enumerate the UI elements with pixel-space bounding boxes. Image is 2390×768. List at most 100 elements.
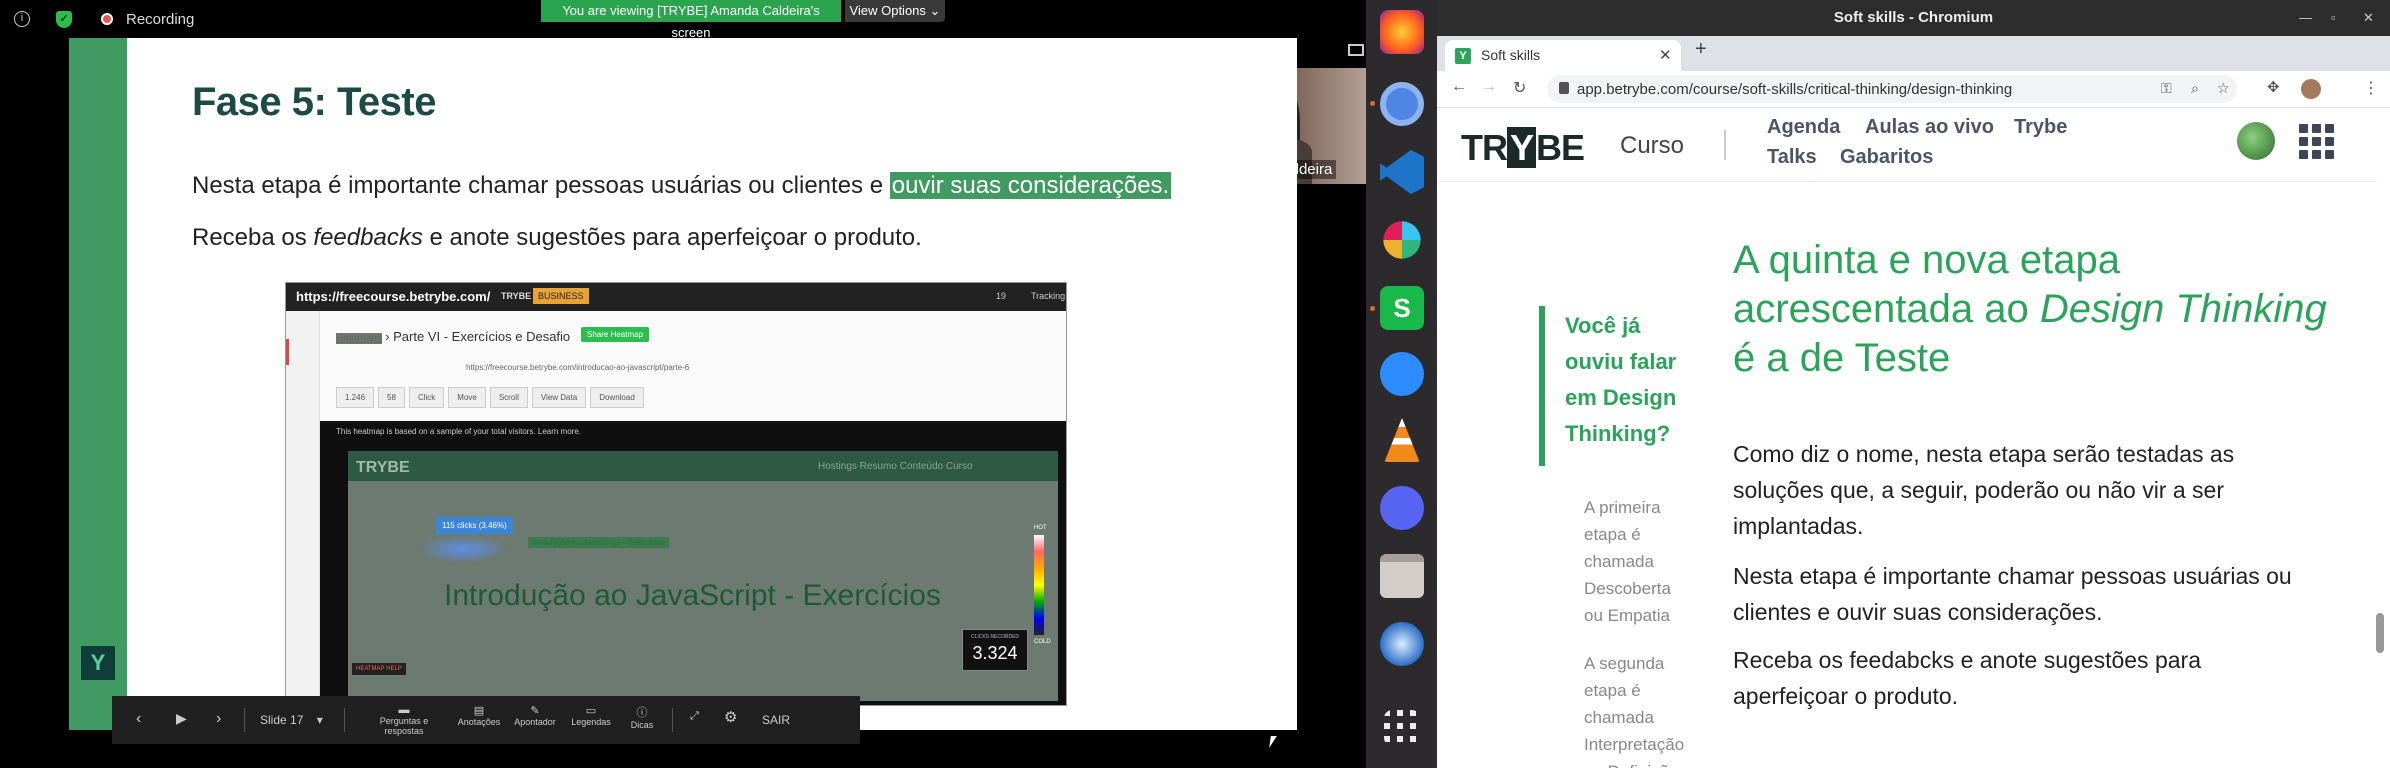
prev-slide-icon[interactable]: ‹ bbox=[136, 710, 141, 730]
firefox-icon[interactable] bbox=[1380, 10, 1424, 54]
tips-button[interactable]: ⓘ Dicas bbox=[622, 704, 662, 752]
nav-curso[interactable]: Curso bbox=[1620, 132, 1684, 160]
qa-icon: ▬ bbox=[398, 704, 410, 716]
forward-icon[interactable]: → bbox=[1481, 78, 1497, 96]
slide-toolbar: ‹ ▶ › Slide 17 ▾ ▬ Perguntas e respostas … bbox=[112, 696, 860, 744]
vscode-icon[interactable] bbox=[1380, 150, 1424, 194]
screenshot-page-targeting: https://freecourse.betrybe.com/introduca… bbox=[466, 363, 690, 372]
minimize-icon[interactable]: — bbox=[2299, 0, 2312, 36]
screenshot-note: This heatmap is based on a sample of you… bbox=[336, 427, 582, 436]
profile-avatar[interactable] bbox=[2301, 79, 2321, 99]
heatmap-site-menu: Hostings Resumo Conteúdo Curso bbox=[818, 461, 973, 472]
section-heading-italic: Design Thinking bbox=[2039, 287, 2327, 331]
apps-grid-icon[interactable] bbox=[2299, 124, 2335, 160]
app-grid-icon[interactable] bbox=[1384, 710, 1420, 746]
slide-paragraph-1: Nesta etapa é importante chamar pessoas … bbox=[192, 172, 1172, 200]
screenshot-tool-scroll: Scroll bbox=[489, 387, 528, 408]
nav-aulas-ao-vivo[interactable]: Aulas ao vivo bbox=[1865, 116, 1994, 139]
screenshot-tool-download: Download bbox=[590, 387, 644, 408]
screenshot-breadcrumb-root: Heatmaps bbox=[336, 333, 382, 344]
scrollbar-thumb[interactable] bbox=[2376, 613, 2384, 653]
address-bar[interactable]: app.betrybe.com/course/soft-skills/criti… bbox=[1547, 75, 2237, 103]
clicks-recorded-value: 3.324 bbox=[972, 643, 1018, 663]
chromium-icon[interactable] bbox=[1380, 82, 1424, 126]
toolbar-divider bbox=[672, 708, 673, 732]
paragraph-3: Receba os feedabcks e anote sugestões pa… bbox=[1733, 647, 2201, 709]
toolbar-divider bbox=[344, 708, 345, 732]
exit-button[interactable]: SAIR bbox=[762, 713, 790, 733]
maximize-icon[interactable]: ▫ bbox=[2331, 0, 2336, 36]
heatmap-cold-label: COLD bbox=[1034, 639, 1051, 645]
heatmap-heading: Introdução ao JavaScript - Exercícios bbox=[444, 579, 941, 612]
close-tab-icon[interactable]: ✕ bbox=[1659, 46, 1672, 64]
notes-button[interactable]: ▤ Anotações bbox=[454, 704, 504, 752]
shared-slide: Fase 5: Teste Nesta etapa é importante c… bbox=[69, 38, 1297, 730]
heatmap-hot-label: HOT bbox=[1034, 525, 1047, 531]
discord-icon[interactable] bbox=[1380, 486, 1424, 530]
notes-label: Anotações bbox=[457, 717, 501, 727]
tab-soft-skills[interactable]: Y Soft skills ✕ bbox=[1445, 40, 1681, 71]
toc-sidebar: Você já ouviu falar em Design Thinking? bbox=[1539, 306, 1676, 466]
bookmark-star-icon[interactable]: ☆ bbox=[2217, 80, 2230, 97]
slide-side-bar bbox=[69, 38, 127, 730]
screenshot-business-tag: BUSINESS bbox=[533, 288, 589, 304]
screenshot-tools: 1.246 58 Click Move Scroll View Data Download bbox=[336, 387, 648, 409]
ubuntu-dock: S bbox=[1366, 0, 1437, 768]
heatmap-blob bbox=[418, 535, 508, 563]
simplenote-icon[interactable]: S bbox=[1380, 286, 1424, 330]
slack-icon[interactable] bbox=[1383, 221, 1421, 259]
toc-item-2[interactable]: A segunda etapa é chamada Interpretação … bbox=[1584, 650, 1694, 768]
toc-item-1[interactable]: A primeira etapa é chamada Descoberta ou… bbox=[1584, 494, 1694, 629]
files-icon[interactable] bbox=[1380, 554, 1424, 598]
key-icon[interactable]: ⚿ bbox=[2161, 80, 2172, 97]
next-slide-icon[interactable]: › bbox=[216, 710, 221, 730]
trybe-brand[interactable]: TRYBE bbox=[1461, 127, 1585, 169]
tips-icon: ⓘ bbox=[636, 707, 648, 719]
thunderbird-icon[interactable] bbox=[1380, 622, 1424, 666]
menu-icon[interactable]: ⋮ bbox=[2363, 78, 2379, 98]
pointer-button[interactable]: ✎ Apontador bbox=[510, 704, 560, 752]
chevron-down-icon: ⌄ bbox=[929, 3, 941, 18]
user-avatar[interactable] bbox=[2237, 122, 2275, 160]
nav-agenda[interactable]: Agenda bbox=[1767, 116, 1840, 139]
slide-title: Fase 5: Teste bbox=[192, 80, 437, 124]
screenshot-tool-click: Click bbox=[408, 387, 445, 408]
reload-icon[interactable]: ↻ bbox=[1513, 78, 1526, 98]
slide-selector[interactable]: Slide 17 ▾ bbox=[260, 713, 323, 733]
screenshot-sidebar bbox=[286, 311, 320, 705]
section-heading: A quinta e nova etapa acrescentada ao De… bbox=[1733, 236, 2333, 383]
screenshot-sidebar-active bbox=[286, 339, 289, 365]
fullscreen-icon[interactable]: ⤢ bbox=[690, 710, 699, 730]
settings-gear-icon[interactable]: ⚙ bbox=[724, 708, 737, 728]
zoom-icon[interactable] bbox=[1380, 352, 1424, 396]
slide-paragraph-2-italic: feedbacks bbox=[313, 224, 423, 251]
side-by-side-icon[interactable] bbox=[1348, 44, 1364, 56]
info-icon[interactable]: i bbox=[14, 11, 30, 27]
lock-icon bbox=[1559, 82, 1569, 94]
close-window-icon[interactable]: ✕ bbox=[2363, 0, 2374, 36]
captions-button[interactable]: ▭ Legendas bbox=[566, 704, 616, 752]
clicks-recorded-box: CLICKS RECORDED 3.324 bbox=[962, 629, 1028, 671]
shield-icon[interactable]: ✓ bbox=[56, 11, 72, 28]
viewing-banner: You are viewing [TRYBE] Amanda Caldeira'… bbox=[541, 0, 841, 40]
qa-button[interactable]: ▬ Perguntas e respostas bbox=[362, 704, 446, 752]
heatmap-help-badge: HEATMAP HELP bbox=[352, 663, 406, 675]
nav-gabaritos[interactable]: Gabaritos bbox=[1840, 146, 1933, 169]
zoom-icon[interactable]: ⌕ bbox=[2191, 80, 2199, 97]
screenshot-breadcrumb-page: Parte VI - Exercícios e Desafio bbox=[393, 329, 571, 344]
extensions-icon[interactable]: ✥ bbox=[2267, 78, 2280, 96]
screenshot-heatmap-area: This heatmap is based on a sample of you… bbox=[320, 421, 1066, 705]
toc-question[interactable]: Você já ouviu falar em Design Thinking? bbox=[1565, 308, 1685, 452]
nav-divider bbox=[1724, 130, 1726, 160]
brand-part-3: BE bbox=[1536, 127, 1585, 168]
nav-trybe-talks-2[interactable]: Talks bbox=[1767, 146, 1817, 169]
view-options-label: View Options bbox=[849, 3, 926, 18]
view-options-button[interactable]: View Options ⌄ bbox=[845, 0, 945, 22]
play-icon[interactable]: ▶ bbox=[176, 710, 187, 730]
running-indicator bbox=[1370, 101, 1375, 106]
tab-strip: Y Soft skills ✕ + bbox=[1437, 36, 2390, 71]
back-icon[interactable]: ← bbox=[1451, 78, 1467, 96]
vlc-icon[interactable] bbox=[1384, 418, 1420, 462]
nav-trybe-talks[interactable]: Trybe bbox=[2014, 116, 2067, 139]
new-tab-icon[interactable]: + bbox=[1695, 38, 1707, 61]
